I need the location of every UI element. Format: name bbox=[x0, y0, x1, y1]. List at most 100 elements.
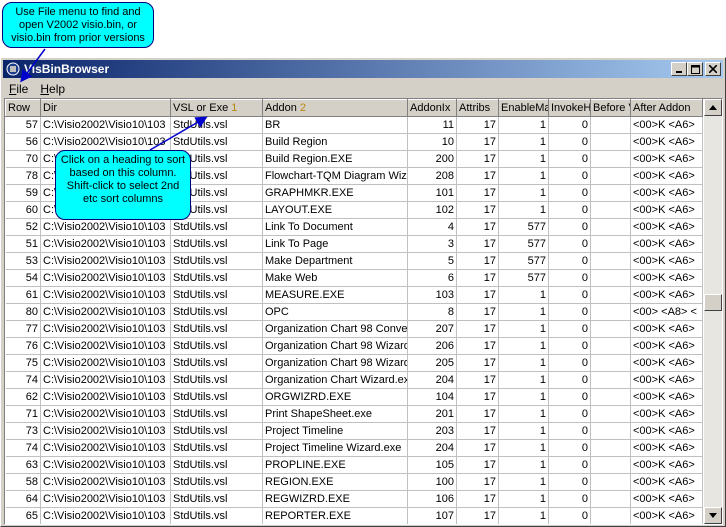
scroll-thumb[interactable] bbox=[704, 294, 722, 311]
table-cell: 103 bbox=[407, 286, 457, 304]
table-cell bbox=[590, 286, 631, 304]
table-row[interactable]: 76 C:\Visio2002\Visio10\103 StdUtils.vsl Or… bbox=[5, 337, 703, 355]
menu-file[interactable]: File bbox=[3, 82, 34, 96]
table-row[interactable]: 56 C:\Visio2002\Visio10\103 StdUtils.vsl Bu… bbox=[5, 133, 703, 151]
table-row[interactable]: 64 C:\Visio2002\Visio10\103 StdUtils.vsl RE… bbox=[5, 490, 703, 508]
column-header[interactable]: Attribs bbox=[456, 99, 499, 117]
table-cell bbox=[590, 371, 631, 389]
scroll-up-button[interactable] bbox=[704, 99, 722, 116]
table-row[interactable]: 63 C:\Visio2002\Visio10\103 StdUtils.vsl PR… bbox=[5, 456, 703, 474]
table-cell: 0 bbox=[548, 490, 591, 508]
table-cell: C:\Visio2002\Visio10\103 bbox=[40, 507, 171, 524]
table-cell: Project Timeline bbox=[262, 422, 408, 440]
table-row[interactable]: 73 C:\Visio2002\Visio10\103 StdUtils.vsl Pr… bbox=[5, 422, 703, 440]
table-cell: StdUtils.vsl bbox=[170, 337, 263, 355]
table-cell: 64 bbox=[5, 490, 41, 508]
column-header[interactable]: Addon 2 bbox=[262, 99, 408, 117]
table-cell: StdUtils.vsl bbox=[170, 388, 263, 406]
column-header[interactable]: VSL or Exe 1 bbox=[170, 99, 263, 117]
table-row[interactable]: 61 C:\Visio2002\Visio10\103 StdUtils.vsl ME… bbox=[5, 286, 703, 304]
table-row[interactable]: 58 C:\Visio2002\Visio10\103 StdUtils.vsl RE… bbox=[5, 473, 703, 491]
table-cell: 1 bbox=[498, 388, 549, 406]
table-cell bbox=[590, 507, 631, 524]
table-cell: 0 bbox=[548, 286, 591, 304]
arrow-down-icon bbox=[709, 513, 717, 518]
table-cell: Link To Document bbox=[262, 218, 408, 236]
column-header[interactable]: After Addon bbox=[630, 99, 703, 117]
vertical-scrollbar[interactable] bbox=[704, 99, 722, 524]
table-cell: 1 bbox=[498, 201, 549, 219]
minimize-button[interactable] bbox=[671, 62, 687, 76]
table-cell: 11 bbox=[407, 116, 457, 134]
table-cell: 17 bbox=[456, 116, 499, 134]
table-cell: StdUtils.vsl bbox=[170, 456, 263, 474]
table-cell: C:\Visio2002\Visio10\103 bbox=[40, 405, 171, 423]
table-cell: 0 bbox=[548, 337, 591, 355]
table-cell: 51 bbox=[5, 235, 41, 253]
maximize-icon bbox=[690, 64, 700, 74]
table-cell: 17 bbox=[456, 473, 499, 491]
table-cell: 1 bbox=[498, 320, 549, 338]
table-row[interactable]: 71 C:\Visio2002\Visio10\103 StdUtils.vsl Pr… bbox=[5, 405, 703, 423]
table-row[interactable]: 57 C:\Visio2002\Visio10\103 StdUtils.vsl BR… bbox=[5, 116, 703, 134]
table-cell: C:\Visio2002\Visio10\103 bbox=[40, 320, 171, 338]
table-cell: <00>K <A6> bbox=[630, 252, 703, 270]
table-row[interactable]: 75 C:\Visio2002\Visio10\103 StdUtils.vsl Or… bbox=[5, 354, 703, 372]
table-cell: 63 bbox=[5, 456, 41, 474]
table-cell: StdUtils.vsl bbox=[170, 303, 263, 321]
table-cell: 1 bbox=[498, 133, 549, 151]
table-cell: 1 bbox=[498, 490, 549, 508]
column-header-label: InvokeH bbox=[551, 102, 591, 114]
table-cell: 17 bbox=[456, 218, 499, 236]
table-row[interactable]: 52 C:\Visio2002\Visio10\103 StdUtils.vsl Li… bbox=[5, 218, 703, 236]
table-cell: <00>K <A6> bbox=[630, 490, 703, 508]
table-cell: <00>K <A6> bbox=[630, 218, 703, 236]
table-row[interactable]: 53 C:\Visio2002\Visio10\103 StdUtils.vsl Ma… bbox=[5, 252, 703, 270]
table-cell: 102 bbox=[407, 201, 457, 219]
table-row[interactable]: 62 C:\Visio2002\Visio10\103 StdUtils.vsl OR… bbox=[5, 388, 703, 406]
table-cell: 204 bbox=[407, 439, 457, 457]
table-row[interactable]: 54 C:\Visio2002\Visio10\103 StdUtils.vsl Ma… bbox=[5, 269, 703, 287]
table-cell: StdUtils.vsl bbox=[170, 439, 263, 457]
column-header[interactable]: Row bbox=[5, 99, 41, 117]
table-cell: C:\Visio2002\Visio10\103 bbox=[40, 388, 171, 406]
column-header[interactable]: AddonIx bbox=[407, 99, 457, 117]
close-button[interactable] bbox=[705, 62, 721, 76]
table-cell: 0 bbox=[548, 218, 591, 236]
table-cell: 17 bbox=[456, 388, 499, 406]
table-cell: 0 bbox=[548, 201, 591, 219]
table-row[interactable]: 65 C:\Visio2002\Visio10\103 StdUtils.vsl RE… bbox=[5, 507, 703, 524]
table-cell: 1 bbox=[498, 184, 549, 202]
maximize-button[interactable] bbox=[687, 62, 703, 76]
app-icon bbox=[5, 61, 21, 77]
table-cell: 17 bbox=[456, 371, 499, 389]
table-row[interactable]: 74 C:\Visio2002\Visio10\103 StdUtils.vsl Pr… bbox=[5, 439, 703, 457]
scroll-down-button[interactable] bbox=[704, 507, 722, 524]
table-cell: Print ShapeSheet.exe bbox=[262, 405, 408, 423]
table-cell: 1 bbox=[498, 116, 549, 134]
table-cell bbox=[590, 405, 631, 423]
menu-help[interactable]: Help bbox=[34, 82, 71, 96]
table-cell bbox=[590, 133, 631, 151]
table-row[interactable]: 51 C:\Visio2002\Visio10\103 StdUtils.vsl Li… bbox=[5, 235, 703, 253]
table-row[interactable]: 80 C:\Visio2002\Visio10\103 StdUtils.vsl OP… bbox=[5, 303, 703, 321]
table-cell: 3 bbox=[407, 235, 457, 253]
table-cell: REGION.EXE bbox=[262, 473, 408, 491]
table-cell: C:\Visio2002\Visio10\103 bbox=[40, 303, 171, 321]
title-bar[interactable]: VisBinBrowser bbox=[3, 60, 723, 78]
table-cell: 5 bbox=[407, 252, 457, 270]
column-header[interactable]: Before V bbox=[590, 99, 631, 117]
sort-tip-text: Click on a heading to sort based on this… bbox=[60, 154, 186, 205]
table-cell: 206 bbox=[407, 337, 457, 355]
table-cell: Make Department bbox=[262, 252, 408, 270]
table-cell: 105 bbox=[407, 456, 457, 474]
sort-order-indicator: 2 bbox=[299, 102, 306, 114]
column-header-label: EnableMa bbox=[501, 102, 549, 114]
column-header[interactable]: EnableMa bbox=[498, 99, 549, 117]
table-row[interactable]: 74 C:\Visio2002\Visio10\103 StdUtils.vsl Or… bbox=[5, 371, 703, 389]
column-header[interactable]: Dir bbox=[40, 99, 171, 117]
table-cell: <00>K <A6> bbox=[630, 354, 703, 372]
table-cell: 1 bbox=[498, 303, 549, 321]
table-row[interactable]: 77 C:\Visio2002\Visio10\103 StdUtils.vsl Or… bbox=[5, 320, 703, 338]
column-header[interactable]: InvokeH bbox=[548, 99, 591, 117]
